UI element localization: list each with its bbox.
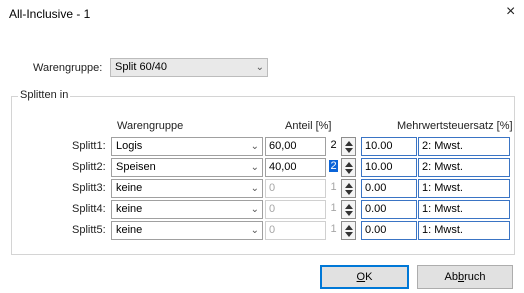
spinner-arrows-icon[interactable] <box>341 137 356 156</box>
close-icon[interactable]: × <box>506 4 515 20</box>
spinner-up-icon[interactable] <box>345 225 353 230</box>
split-row-anteil-input[interactable]: 0 <box>265 179 326 198</box>
window-title: All-Inclusive - 1 <box>9 7 91 21</box>
split-row-rate-field[interactable]: 10.00 <box>361 158 417 177</box>
split-row-decimals-value: 1 <box>330 202 337 214</box>
spinner-arrows-icon[interactable] <box>341 200 356 219</box>
split-row-gruppe-value: keine <box>116 203 143 215</box>
chevron-down-icon: ⌄ <box>250 204 259 215</box>
spinner-arrows-icon[interactable] <box>341 179 356 198</box>
split-row-vat-field[interactable]: 2: Mwst. <box>418 158 510 177</box>
split-row-gruppe-select[interactable]: keine ⌄ <box>111 221 263 240</box>
split-row-vat-field[interactable]: 2: Mwst. <box>418 137 510 156</box>
split-row-gruppe-select[interactable]: Logis ⌄ <box>111 137 263 156</box>
spinner-down-icon[interactable] <box>345 190 353 195</box>
spinner-up-icon[interactable] <box>345 204 353 209</box>
spinner-arrows-icon[interactable] <box>341 158 356 177</box>
chevron-down-icon: ⌄ <box>255 62 264 73</box>
spinner-down-icon[interactable] <box>345 211 353 216</box>
split-row-decimals-input[interactable]: 1 <box>327 221 340 240</box>
split-row-decimals-value: 2 <box>329 160 338 172</box>
spinner-arrows-icon[interactable] <box>341 221 356 240</box>
split-row-decimals-value: 2 <box>330 139 337 151</box>
split-row-rate-field[interactable]: 10.00 <box>361 137 417 156</box>
spinner-down-icon[interactable] <box>345 232 353 237</box>
warengruppe-label: Warengruppe: <box>33 62 103 74</box>
split-row-anteil-input[interactable]: 0 <box>265 200 326 219</box>
split-row-gruppe-select[interactable]: Speisen ⌄ <box>111 158 263 177</box>
split-row-label: Splitt5: <box>72 224 106 236</box>
split-row-vat-field[interactable]: 1: Mwst. <box>418 179 510 198</box>
chevron-down-icon: ⌄ <box>250 141 259 152</box>
split-row-anteil-input[interactable]: 0 <box>265 221 326 240</box>
ok-label-post: K <box>365 271 373 283</box>
split-row-gruppe-value: Logis <box>116 140 143 152</box>
split-row-decimals-input[interactable]: 1 <box>327 200 340 219</box>
warengruppe-value: Split 60/40 <box>115 61 167 73</box>
spinner-up-icon[interactable] <box>345 162 353 167</box>
split-row-gruppe-value: Speisen <box>116 161 156 173</box>
cancel-button[interactable]: Abbruch <box>417 265 513 289</box>
split-row-anteil-input[interactable]: 40,00 <box>265 158 326 177</box>
split-row-label: Splitt3: <box>72 182 106 194</box>
header-anteil: Anteil [%] <box>285 120 332 132</box>
split-group-legend: Splitten in <box>18 89 71 101</box>
split-row-rate-field[interactable]: 0.00 <box>361 221 417 240</box>
spinner-up-icon[interactable] <box>345 141 353 146</box>
header-mwst: Mehrwertsteuersatz [%] <box>397 120 513 132</box>
header-warengruppe: Warengruppe <box>117 120 184 132</box>
spinner-down-icon[interactable] <box>345 148 353 153</box>
ok-button[interactable]: OK <box>320 265 409 289</box>
split-row-gruppe-select[interactable]: keine ⌄ <box>111 200 263 219</box>
split-row-label: Splitt2: <box>72 161 106 173</box>
split-row-gruppe-value: keine <box>116 224 143 236</box>
spinner-down-icon[interactable] <box>345 169 353 174</box>
split-row-rate-field[interactable]: 0.00 <box>361 200 417 219</box>
split-row-label: Splitt4: <box>72 203 106 215</box>
spinner-up-icon[interactable] <box>345 183 353 188</box>
split-row-rate-field[interactable]: 0.00 <box>361 179 417 198</box>
split-row-label: Splitt1: <box>72 140 106 152</box>
split-row-decimals-input[interactable]: 2 <box>327 137 340 156</box>
split-row-decimals-input[interactable]: 1 <box>327 179 340 198</box>
cancel-label-pre: Ab <box>444 271 458 283</box>
warengruppe-select[interactable]: Split 60/40 ⌄ <box>110 58 268 77</box>
chevron-down-icon: ⌄ <box>250 183 259 194</box>
split-row-decimals-input[interactable]: 2 <box>327 158 340 177</box>
split-row-anteil-input[interactable]: 60,00 <box>265 137 326 156</box>
split-row-decimals-value: 1 <box>330 181 337 193</box>
split-row-gruppe-value: keine <box>116 182 143 194</box>
split-row-vat-field[interactable]: 1: Mwst. <box>418 221 510 240</box>
chevron-down-icon: ⌄ <box>250 162 259 173</box>
ok-label-accel: O <box>356 271 366 283</box>
split-row-decimals-value: 1 <box>330 223 337 235</box>
split-row-vat-field[interactable]: 1: Mwst. <box>418 200 510 219</box>
chevron-down-icon: ⌄ <box>250 225 259 236</box>
cancel-label-post: ruch <box>464 271 486 283</box>
split-row-gruppe-select[interactable]: keine ⌄ <box>111 179 263 198</box>
